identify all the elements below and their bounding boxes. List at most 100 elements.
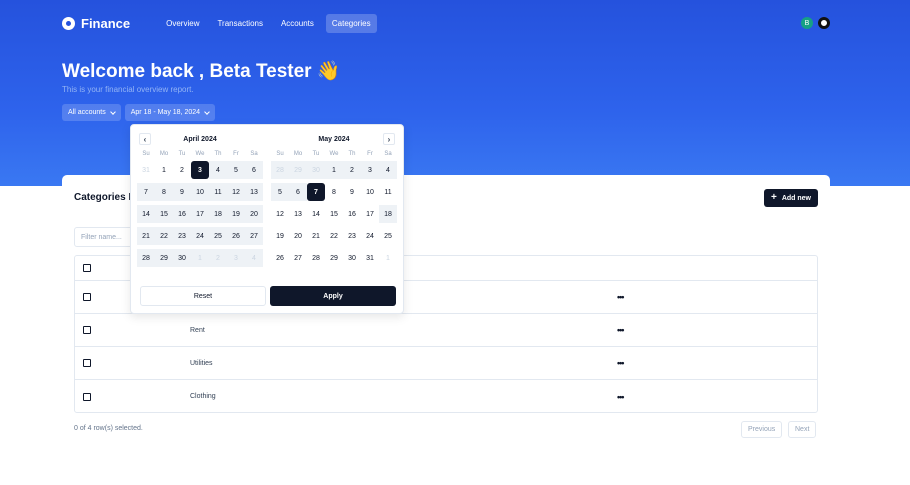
calendar-day[interactable]: 3	[361, 161, 379, 179]
calendar-day[interactable]: 18	[379, 205, 397, 223]
calendar-day[interactable]: 1	[155, 161, 173, 179]
calendar-day[interactable]: 19	[227, 205, 245, 223]
calendar-day[interactable]: 14	[307, 205, 325, 223]
nav-link-accounts[interactable]: Accounts	[275, 14, 320, 33]
calendar-day[interactable]: 1	[379, 249, 397, 267]
github-icon[interactable]	[818, 17, 830, 29]
calendar-day[interactable]: 19	[271, 227, 289, 245]
calendar-day[interactable]: 11	[379, 183, 397, 201]
row-actions-button[interactable]: •••	[617, 292, 625, 302]
calendar-day[interactable]: 25	[209, 227, 227, 245]
calendar-day[interactable]: 1	[191, 249, 209, 267]
calendar-day[interactable]: 7	[307, 183, 325, 201]
calendar-day[interactable]: 18	[209, 205, 227, 223]
row-checkbox[interactable]	[83, 359, 91, 367]
calendar-day[interactable]: 5	[271, 183, 289, 201]
calendar-day[interactable]: 30	[343, 249, 361, 267]
calendar-day[interactable]: 25	[379, 227, 397, 245]
row-checkbox[interactable]	[83, 392, 91, 401]
filter-name-input[interactable]: Filter name...	[74, 227, 136, 247]
calendar-day[interactable]: 28	[137, 249, 155, 267]
select-all-checkbox[interactable]	[83, 264, 91, 272]
calendar-day[interactable]: 2	[209, 249, 227, 267]
calendar-day[interactable]: 17	[191, 205, 209, 223]
calendar-day[interactable]: 16	[173, 205, 191, 223]
add-new-button[interactable]: + Add new	[763, 189, 818, 207]
calendar-day[interactable]: 13	[245, 183, 263, 201]
calendar-day[interactable]: 13	[289, 205, 307, 223]
calendar-day[interactable]: 10	[191, 183, 209, 201]
calendar-day[interactable]: 4	[379, 161, 397, 179]
calendar-day[interactable]: 30	[173, 249, 191, 267]
calendar-day[interactable]: 31	[361, 249, 379, 267]
calendar-day[interactable]: 28	[271, 161, 289, 179]
calendar-day[interactable]: 15	[325, 205, 343, 223]
calendar-day[interactable]: 17	[361, 205, 379, 223]
row-actions-button[interactable]: •••	[617, 392, 625, 402]
calendar-day[interactable]: 10	[361, 183, 379, 201]
calendar-day[interactable]: 26	[227, 227, 245, 245]
account-filter-button[interactable]: All accounts	[62, 104, 121, 121]
row-actions-button[interactable]: •••	[617, 358, 625, 368]
calendar-day[interactable]: 29	[289, 161, 307, 179]
prev-month-button[interactable]: ‹	[139, 133, 151, 145]
calendar-day[interactable]: 12	[271, 205, 289, 223]
calendar-day[interactable]: 23	[173, 227, 191, 245]
calendar-day[interactable]: 20	[289, 227, 307, 245]
calendar-day[interactable]: 27	[245, 227, 263, 245]
calendar-day[interactable]: 16	[343, 205, 361, 223]
calendar-day[interactable]: 23	[343, 227, 361, 245]
nav-link-transactions[interactable]: Transactions	[211, 14, 269, 33]
calendar-day[interactable]: 4	[209, 161, 227, 179]
calendar-day[interactable]: 3	[191, 161, 209, 179]
calendar-day[interactable]: 1	[325, 161, 343, 179]
calendar-day[interactable]: 12	[227, 183, 245, 201]
calendar-day[interactable]: 21	[137, 227, 155, 245]
calendar-day[interactable]: 30	[307, 161, 325, 179]
calendar-day[interactable]: 2	[173, 161, 191, 179]
calendar-day[interactable]: 24	[361, 227, 379, 245]
row-checkbox[interactable]	[83, 293, 91, 301]
calendar-day[interactable]: 29	[325, 249, 343, 267]
next-button[interactable]: Next	[788, 421, 817, 438]
calendar-day[interactable]: 22	[325, 227, 343, 245]
calendar-day[interactable]: 11	[209, 183, 227, 201]
calendar-day[interactable]: 9	[343, 183, 361, 201]
selection-status: 0 of 4 row(s) selected.	[74, 425, 143, 432]
calendar-day[interactable]: 20	[245, 205, 263, 223]
apply-button[interactable]: Apply	[270, 286, 396, 306]
calendar-day[interactable]: 3	[227, 249, 245, 267]
calendar-day[interactable]: 8	[155, 183, 173, 201]
reset-button[interactable]: Reset	[140, 286, 266, 306]
nav-link-overview[interactable]: Overview	[160, 14, 205, 33]
date-range-button[interactable]: Apr 18 - May 18, 2024	[124, 104, 216, 121]
previous-button[interactable]: Previous	[741, 421, 783, 438]
row-checkbox[interactable]	[83, 326, 91, 334]
calendar-day[interactable]: 6	[289, 183, 307, 201]
nav-link-categories[interactable]: Categories	[325, 13, 377, 33]
brand-logo[interactable]: Finance	[62, 16, 130, 31]
calendar-week: 28 29 30 1 2 3 4	[271, 161, 397, 179]
calendar-day[interactable]: 22	[155, 227, 173, 245]
calendar-day[interactable]: 26	[271, 249, 289, 267]
calendar-day[interactable]: 28	[307, 249, 325, 267]
next-month-button[interactable]: ›	[383, 133, 395, 145]
month-title: April 2024	[183, 135, 217, 143]
calendar-day[interactable]: 7	[137, 183, 155, 201]
calendar-day[interactable]: 27	[289, 249, 307, 267]
calendar-day[interactable]: 4	[245, 249, 263, 267]
calendar-day[interactable]: 5	[227, 161, 245, 179]
calendar-day[interactable]: 9	[173, 183, 191, 201]
calendar-day[interactable]: 6	[245, 161, 263, 179]
weekday-row: Su Mo Tu We Th Fr Sa	[137, 151, 263, 157]
calendar-day[interactable]: 31	[137, 161, 155, 179]
calendar-day[interactable]: 8	[325, 183, 343, 201]
calendar-day[interactable]: 15	[155, 205, 173, 223]
calendar-day[interactable]: 24	[191, 227, 209, 245]
calendar-day[interactable]: 21	[307, 227, 325, 245]
calendar-day[interactable]: 14	[137, 205, 155, 223]
row-actions-button[interactable]: •••	[617, 325, 625, 335]
calendar-day[interactable]: 29	[155, 249, 173, 267]
calendar-day[interactable]: 2	[343, 161, 361, 179]
user-avatar[interactable]: B	[801, 17, 813, 29]
